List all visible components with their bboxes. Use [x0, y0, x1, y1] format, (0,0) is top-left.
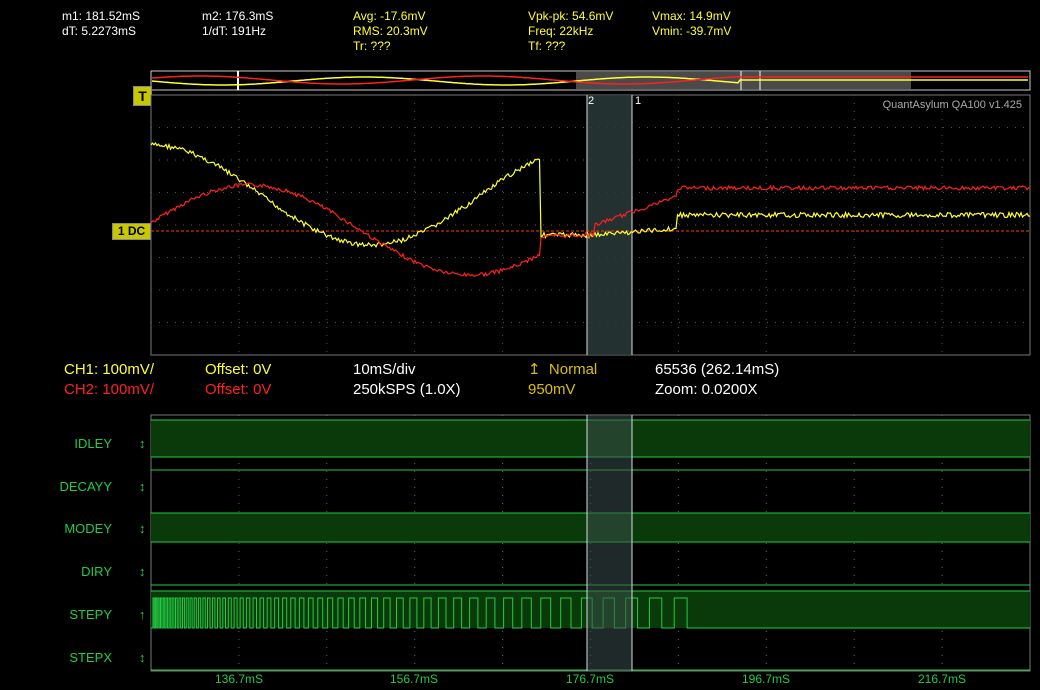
time-tick: 216.7mS	[917, 672, 967, 686]
channel-label-stepx[interactable]: STEPX	[40, 650, 112, 665]
digital-cursor-region	[587, 415, 632, 671]
channel-label-stepy[interactable]: STEPY	[40, 607, 112, 622]
channel-label-idley[interactable]: IDLEY	[40, 436, 112, 451]
time-tick: 136.7mS	[214, 672, 264, 686]
updown-arrow-icon[interactable]: ↕	[139, 521, 146, 536]
up-arrow-icon[interactable]: ↑	[139, 607, 146, 622]
updown-arrow-icon[interactable]: ↕	[139, 436, 146, 451]
updown-arrow-icon[interactable]: ↕	[139, 479, 146, 494]
updown-arrow-icon[interactable]: ↕	[139, 650, 146, 665]
time-tick: 196.7mS	[741, 672, 791, 686]
channel-label-diry[interactable]: DIRY	[40, 564, 112, 579]
channel-label-decayy[interactable]: DECAYY	[40, 479, 113, 494]
time-tick: 176.7mS	[565, 672, 615, 686]
channel-label-modey[interactable]: MODEY	[40, 521, 112, 536]
time-tick: 156.7mS	[389, 672, 439, 686]
digital-scope[interactable]	[0, 0, 1040, 690]
updown-arrow-icon[interactable]: ↕	[139, 564, 146, 579]
